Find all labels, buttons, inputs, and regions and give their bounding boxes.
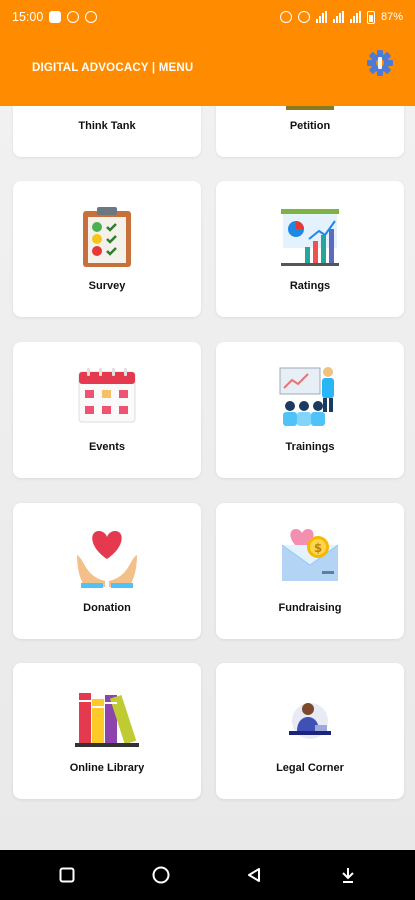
menu-card-label: Trainings [285, 441, 335, 453]
status-time: 15:00 [12, 10, 44, 24]
menu-card-survey[interactable]: Survey [13, 181, 201, 317]
menu-card-label: Survey [88, 280, 126, 292]
trainings-presentation-icon [279, 367, 334, 426]
legal-corner-lawyer-icon [289, 703, 331, 739]
gear-icon [367, 50, 393, 76]
svg-text:$: $ [314, 541, 322, 555]
back-triangle-icon [248, 868, 261, 882]
app-header: 15:00 87% DIGITAL ADVOCACY | MENU [0, 0, 415, 106]
menu-card-label: Donation [83, 602, 131, 614]
menu-card-label: Fundraising [278, 602, 342, 614]
recents-square-icon [59, 867, 75, 883]
page-title: DIGITAL ADVOCACY | MENU [32, 62, 194, 74]
back-button[interactable] [234, 855, 274, 895]
menu-card-events[interactable]: Events [13, 342, 201, 478]
menu-card-label: Ratings [289, 280, 331, 292]
menu-card-petition[interactable]: Petition [216, 106, 404, 157]
app-notification-icon [67, 11, 80, 23]
battery-percent: 87% [380, 11, 403, 23]
gallery-notification-icon [49, 11, 62, 23]
menu-card-label: Legal Corner [276, 762, 344, 774]
timer-notification-icon [85, 11, 98, 23]
menu-card-ratings[interactable]: Ratings [216, 181, 404, 317]
menu-card-online-library[interactable]: Online Library [13, 663, 201, 799]
cell-signal-icon [332, 11, 344, 23]
status-bar: 15:00 87% [0, 0, 415, 34]
menu-card-label: Events [88, 441, 126, 453]
menu-card-label: Online Library [69, 762, 145, 774]
donation-heart-hands-icon [77, 531, 137, 588]
alarm-icon [279, 11, 292, 23]
menu-grid: Think Tank Petition Survey Ratings Event… [0, 106, 415, 850]
menu-card-label: Think Tank [78, 120, 136, 132]
menu-card-donation[interactable]: Donation [13, 503, 201, 639]
survey-clipboard-icon [83, 207, 131, 267]
ratings-chart-icon [281, 209, 339, 266]
system-navigation-bar [0, 850, 415, 900]
notification-pull-down-button[interactable] [328, 855, 368, 895]
menu-card-label: Petition [289, 120, 331, 132]
menu-card-trainings[interactable]: Trainings [216, 342, 404, 478]
headset-icon [297, 11, 310, 23]
home-circle-icon [152, 866, 170, 884]
menu-card-think-tank[interactable]: Think Tank [13, 106, 201, 157]
recents-button[interactable] [47, 855, 87, 895]
events-calendar-icon [78, 368, 136, 423]
petition-icon [286, 106, 334, 110]
home-button[interactable] [141, 855, 181, 895]
settings-button[interactable] [365, 48, 395, 78]
notification-pull-down-icon [342, 868, 354, 883]
battery-icon [366, 10, 375, 24]
cell-signal-2-icon [349, 11, 361, 23]
online-library-books-icon [75, 693, 139, 747]
fundraising-envelope-icon: $ [281, 529, 339, 581]
menu-card-fundraising[interactable]: $ Fundraising [216, 503, 404, 639]
menu-card-legal-corner[interactable]: Legal Corner [216, 663, 404, 799]
wifi-signal-icon [315, 11, 327, 23]
